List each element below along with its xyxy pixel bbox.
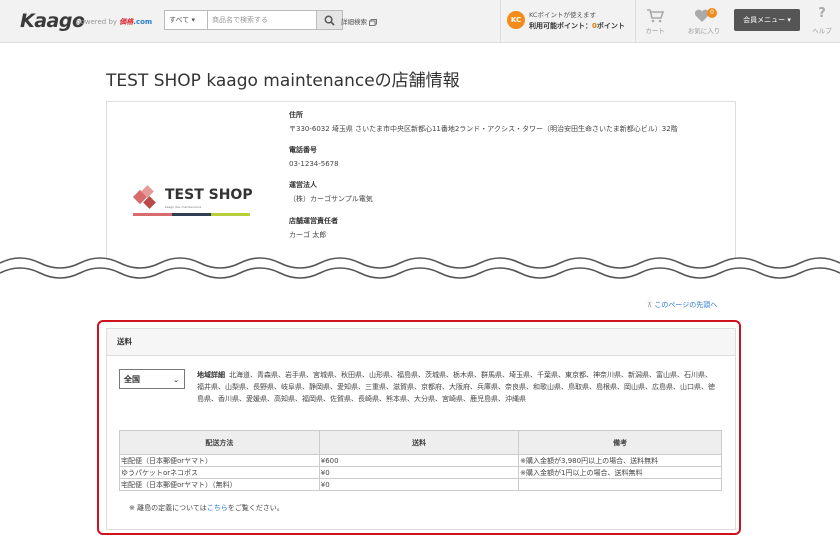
page-top-label: このページの先頭へ	[654, 301, 718, 309]
shop-details: 住所 〒330-6032 埼玉県 さいたま市中央区新都心11番地2ランド・アクシ…	[289, 110, 729, 251]
favorites-label: お気に入り	[687, 27, 721, 35]
powered-by: powered by 価格.com	[76, 17, 152, 27]
favorites-count-badge: 0	[707, 8, 717, 18]
company-value: （株）カーゴサンプル電気	[289, 195, 373, 204]
cart-icon	[647, 9, 664, 23]
kc-points-label: 利用可能ポイント：	[529, 22, 592, 30]
manager-label: 店舗運営責任者	[289, 216, 338, 225]
shop-logo-subtitle: kaago dev maintenance	[165, 205, 202, 209]
shop-logo-title: TEST SHOP	[165, 187, 253, 203]
kc-point-icon: KC	[507, 11, 525, 29]
kakaku-com[interactable]: .com	[133, 18, 152, 26]
kc-points-panel[interactable]: KC KCポイントが使えます 利用可能ポイント：0ポイント	[500, 0, 636, 42]
advanced-search-label: 詳細検索	[341, 18, 367, 26]
kaago-logo[interactable]: Kaago	[20, 10, 85, 32]
member-menu-button[interactable]: 会員メニュー ▾	[734, 9, 800, 31]
cut-wave-divider	[0, 257, 840, 281]
phone-label: 電話番号	[289, 146, 317, 155]
search-category-select[interactable]: すべて ▾	[164, 10, 208, 30]
question-mark-icon: ?	[818, 6, 826, 21]
global-header: Kaago powered by 価格.com すべて ▾ 商品名で検索する 詳…	[0, 0, 840, 43]
page-top-link[interactable]: ⊼ このページの先頭へ	[647, 300, 717, 310]
shop-logo-stripe	[133, 213, 250, 216]
shop-logo-mark	[133, 185, 156, 209]
cart-label: カート	[645, 27, 665, 35]
help-button[interactable]: ? ヘルプ	[802, 0, 840, 42]
search-button[interactable]	[317, 10, 343, 30]
shop-logo: TEST SHOP kaago dev maintenance	[133, 184, 253, 224]
address-label: 住所	[289, 111, 303, 119]
advanced-search-link[interactable]: 詳細検索	[341, 16, 378, 26]
favorites-button[interactable]: 0 お気に入り	[684, 0, 724, 42]
manager-value: カーゴ 太郎	[289, 230, 327, 239]
search-bar: すべて ▾ 商品名で検索する	[164, 10, 343, 30]
kc-available-points: 利用可能ポイント：0ポイント	[529, 21, 625, 31]
help-label: ヘルプ	[812, 27, 832, 35]
kc-points-unit: ポイント	[596, 22, 625, 30]
kakaku-brand[interactable]: 価格	[119, 18, 133, 26]
shop-info-box: TEST SHOP kaago dev maintenance 住所 〒330-…	[106, 101, 736, 272]
address-value: 〒330-6032 埼玉県 さいたま市中央区新都心11番地2ランド・アクシス・タ…	[289, 125, 678, 133]
highlight-frame	[97, 320, 741, 535]
company-label: 運営法人	[289, 181, 317, 190]
cart-button[interactable]: カート	[635, 0, 675, 42]
external-window-icon	[369, 18, 378, 26]
kc-info-text: KCポイントが使えます	[529, 11, 596, 19]
search-icon	[324, 15, 335, 26]
page-title: TEST SHOP kaago maintenanceの店舗情報	[106, 71, 460, 91]
search-input[interactable]: 商品名で検索する	[208, 10, 317, 30]
powered-by-text: powered by	[76, 18, 118, 26]
phone-value: 03-1234-5678	[289, 160, 339, 169]
